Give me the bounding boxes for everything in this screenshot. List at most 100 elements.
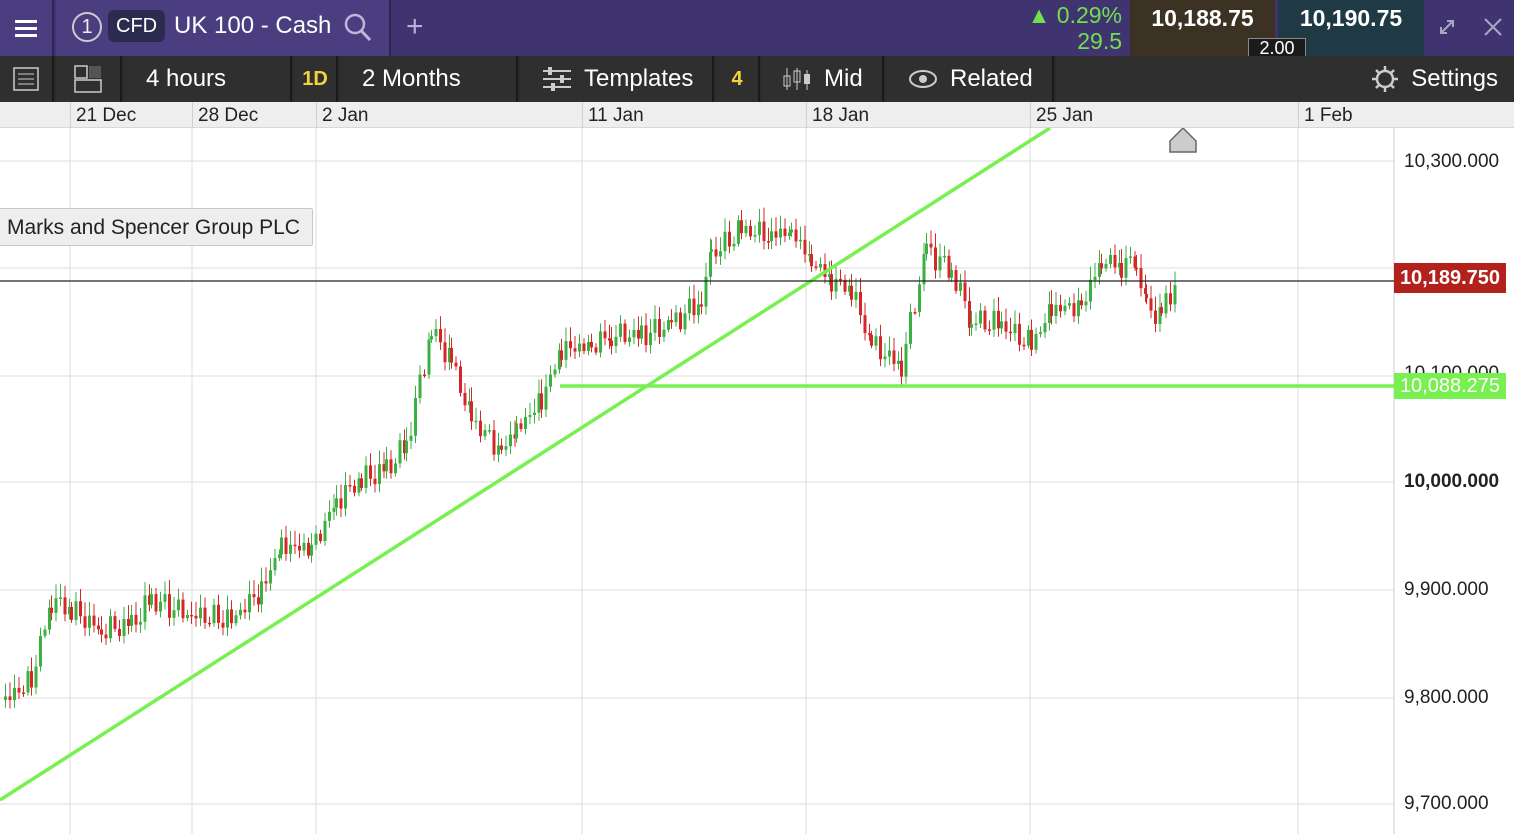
candle [758, 208, 761, 243]
candle [794, 218, 798, 248]
candle [63, 585, 67, 622]
candle [323, 512, 327, 546]
candle [737, 215, 740, 247]
candle [1059, 294, 1062, 318]
add-tab-icon[interactable]: + [406, 10, 424, 44]
home-icon[interactable] [1169, 128, 1197, 153]
candle [544, 374, 548, 417]
candle [859, 278, 862, 324]
menu-button[interactable] [0, 0, 54, 56]
candle [594, 343, 598, 356]
candle [779, 215, 782, 246]
candle [470, 387, 473, 430]
candle [983, 305, 987, 333]
date-label: 18 Jan [812, 105, 870, 126]
candle [293, 530, 297, 555]
candle [418, 365, 422, 404]
templates-button[interactable]: Templates [520, 56, 714, 102]
close-icon[interactable] [1478, 12, 1508, 42]
candle [139, 607, 142, 634]
list-view-button[interactable] [0, 56, 54, 102]
candle [692, 284, 696, 324]
price-axis-label: 9,900.000 [1404, 579, 1489, 600]
candle [181, 592, 185, 623]
candle [679, 307, 682, 333]
layout-icon [74, 65, 102, 93]
candle [168, 580, 171, 627]
candle [843, 274, 847, 295]
candle [22, 685, 25, 697]
candle [590, 333, 593, 353]
candle [190, 601, 193, 624]
candle [934, 233, 937, 279]
candle [704, 262, 708, 315]
candle [17, 677, 21, 700]
annotation-label[interactable]: Marks and Spencer Group PLC [0, 208, 313, 246]
candle [118, 619, 121, 642]
range-selector[interactable]: 2 Months [340, 56, 518, 102]
date-label: 11 Jan [588, 105, 644, 126]
candle [854, 278, 858, 308]
price-mode-button[interactable]: Mid [762, 56, 884, 102]
candle [74, 592, 78, 626]
candle [127, 605, 130, 635]
candle [918, 276, 921, 317]
eye-icon [909, 70, 937, 88]
instrument-name: UK 100 - Cash [174, 12, 332, 39]
candle [740, 210, 743, 240]
search-icon[interactable] [344, 12, 372, 44]
candle [799, 226, 802, 250]
date-axis: 21 Dec 28 Dec 2 Jan 11 Jan 18 Jan 25 Jan… [0, 102, 1514, 128]
candle [479, 410, 482, 443]
interval-selector[interactable]: 4 hours [124, 56, 292, 102]
instrument-tab[interactable]: 1 CFD UK 100 - Cash [56, 0, 391, 56]
candle [688, 286, 691, 321]
candle [783, 218, 787, 243]
candle [113, 611, 117, 633]
candle [284, 525, 288, 561]
candle [1129, 247, 1132, 264]
candle [378, 450, 381, 493]
candle [1109, 248, 1112, 269]
related-button[interactable]: Related [886, 56, 1054, 102]
layout-button[interactable] [56, 56, 122, 102]
settings-button[interactable]: Settings [1056, 56, 1514, 102]
candle [1113, 244, 1117, 274]
candle [1164, 285, 1168, 319]
candle [289, 531, 292, 563]
change-points: 29.5 [1077, 28, 1122, 54]
candle [273, 548, 277, 576]
candle [104, 623, 108, 645]
candle [199, 594, 202, 627]
candle [974, 312, 978, 331]
support-line-tag[interactable]: 10,088.275 [1394, 373, 1506, 399]
interval-badge[interactable]: 1D [294, 56, 338, 102]
candle [632, 318, 636, 345]
candle [1080, 293, 1083, 310]
candle [644, 313, 648, 353]
candle [1139, 254, 1143, 297]
candle [500, 438, 503, 454]
candle [959, 273, 962, 297]
expand-icon[interactable] [1432, 12, 1462, 42]
candle [30, 657, 33, 696]
candle [385, 447, 388, 479]
price-chart[interactable]: Marks and Spencer Group PLC [0, 128, 1514, 834]
candle [628, 329, 631, 347]
candle [637, 316, 640, 347]
candle [823, 253, 827, 284]
price-axis-label: 9,700.000 [1404, 793, 1489, 814]
candle [43, 625, 47, 639]
candle [892, 337, 896, 372]
candle [1077, 287, 1080, 324]
candle [610, 326, 613, 355]
candle [344, 472, 347, 517]
candle [159, 591, 162, 618]
candle [310, 533, 313, 563]
date-label: 21 Dec [76, 105, 137, 126]
candle [674, 305, 678, 327]
candle [212, 598, 216, 627]
candle [839, 269, 842, 286]
candle [454, 356, 458, 371]
candle [753, 225, 757, 243]
